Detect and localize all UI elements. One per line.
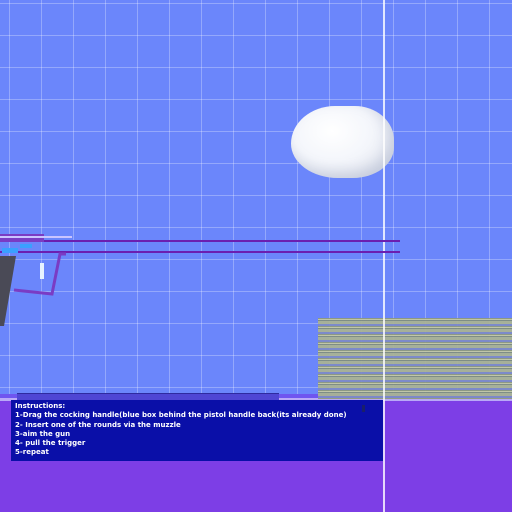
instructions-title: Instructions:: [15, 402, 66, 410]
instruction-step-2: 2- Insert one of the rounds via the muzz…: [15, 420, 181, 429]
instructions-panel: Instructions: 1-Drag the cocking handle(…: [11, 400, 383, 461]
instruction-step-5: 5-repeat: [15, 448, 49, 457]
target-crate: [318, 318, 512, 399]
instruction-step-4: 4- pull the trigger: [15, 439, 86, 448]
instruction-step-3: 3-aim the gun: [15, 429, 71, 438]
pistol-sight-line: [0, 236, 72, 238]
pistol[interactable]: [0, 230, 80, 330]
chamber-indicator: [20, 244, 32, 248]
aim-guide-line: [383, 0, 385, 512]
game-scene[interactable]: Instructions: 1-Drag the cocking handle(…: [0, 0, 512, 512]
panel-marker: [362, 405, 365, 412]
cloud: [291, 106, 394, 178]
instruction-step-1: 1-Drag the cocking handle(blue box behin…: [15, 411, 347, 420]
pistol-grip[interactable]: [0, 256, 16, 326]
trigger[interactable]: [40, 263, 44, 279]
cocking-handle[interactable]: [2, 248, 18, 253]
